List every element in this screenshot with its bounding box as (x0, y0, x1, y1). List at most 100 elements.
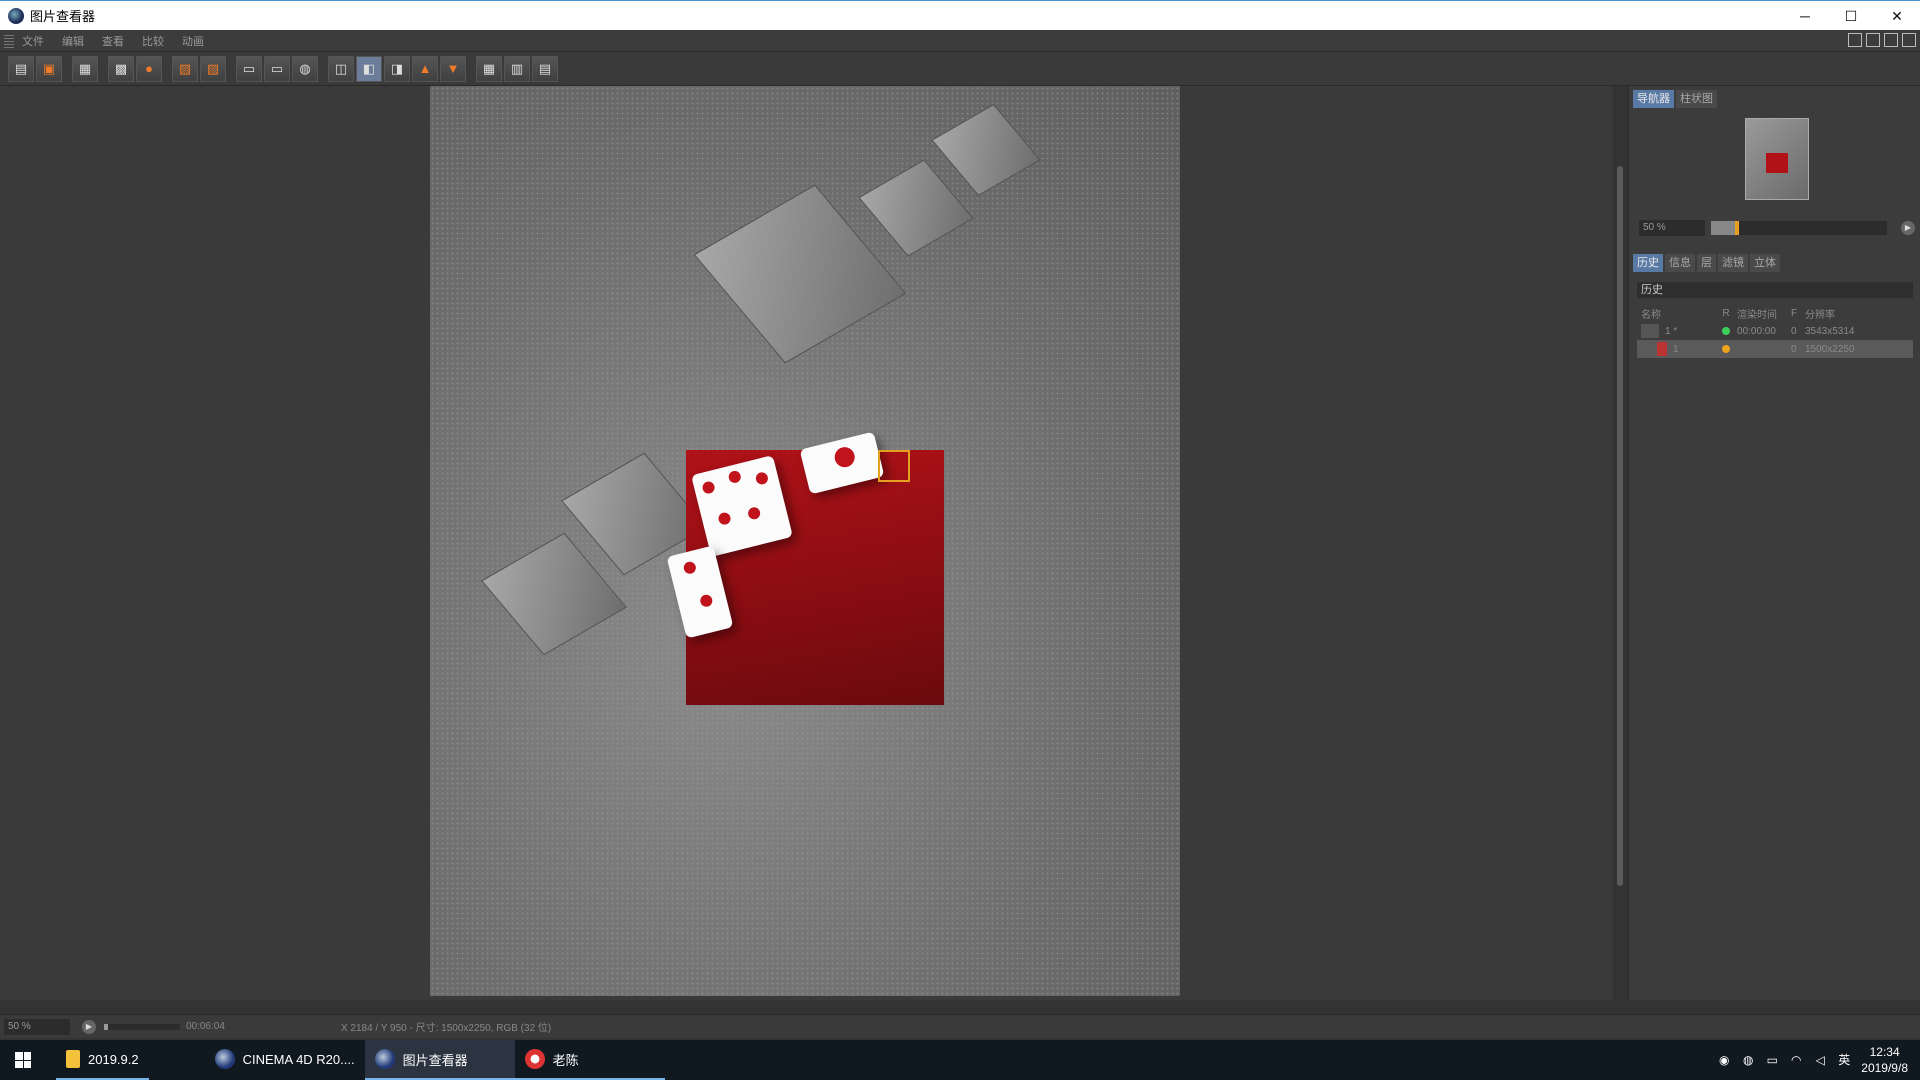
open-file-icon[interactable]: ▤ (8, 55, 34, 82)
info-tabs: 历史 信息 层 滤镜 立体 (1633, 254, 1780, 272)
view-channels-icon[interactable]: ◍ (292, 55, 318, 82)
set-a-icon[interactable]: ▲ (412, 55, 438, 82)
render-thumbnail (1641, 324, 1659, 338)
qq-icon[interactable]: ◉ (1717, 1053, 1731, 1067)
layout-icons (1848, 33, 1916, 47)
image-viewport[interactable] (0, 86, 1613, 1000)
move-icon[interactable] (1884, 33, 1898, 47)
navigator-tabs: 导航器 柱状图 (1633, 90, 1717, 108)
taskbar-folder[interactable]: 2019.9.2 (56, 1040, 149, 1080)
status-dot (1722, 327, 1730, 335)
taskbar-chat-label: 老陈 (552, 1052, 579, 1068)
view-image-icon[interactable]: ▭ (236, 55, 262, 82)
rendered-image[interactable] (430, 86, 1180, 996)
menu-file[interactable]: 文件 (22, 33, 44, 49)
new-window-icon[interactable] (1866, 33, 1880, 47)
taskbar-folder-label: 2019.9.2 (88, 1051, 139, 1067)
minimize-button[interactable]: ─ (1782, 1, 1828, 31)
avatar-icon (524, 1049, 545, 1069)
picture-viewer-icon (374, 1049, 395, 1069)
play-icon[interactable]: ▶ (82, 1019, 96, 1034)
navigator-zoom-row: 50 % ▶ (1639, 220, 1915, 236)
column-render-time[interactable]: 渲染时间 (1737, 306, 1791, 321)
row-name: 1 * (1665, 325, 1678, 337)
layout-panel-icon[interactable] (1848, 33, 1862, 47)
column-r[interactable]: R (1715, 308, 1737, 319)
split-view-icon[interactable]: ▥ (504, 55, 530, 82)
volume-icon[interactable]: ◁ (1813, 1053, 1827, 1067)
column-name[interactable]: 名称 (1637, 306, 1715, 321)
navigator-zoom-slider[interactable] (1711, 221, 1887, 235)
channel-view-icon[interactable]: ▤ (532, 55, 558, 82)
view-region-icon[interactable]: ▭ (264, 55, 290, 82)
menu-edit[interactable]: 编辑 (62, 33, 84, 49)
status-dot (1722, 345, 1730, 353)
close-button[interactable]: ✕ (1874, 1, 1920, 31)
row-f: 0 (1791, 343, 1797, 355)
taskbar-cinema4d[interactable]: CINEMA 4D R20.... (205, 1040, 365, 1080)
animation-progress[interactable] (104, 1023, 180, 1030)
column-resolution[interactable]: 分辨率 (1805, 306, 1875, 321)
system-tray: ◉ ◍ ▭ ◠ ◁ 英 12:34 2019/9/8 (1717, 1040, 1920, 1080)
set-b-icon[interactable]: ▼ (440, 55, 466, 82)
row-render-time: 00:00:00 (1737, 325, 1776, 337)
tab-info[interactable]: 信息 (1665, 254, 1695, 272)
cinema4d-icon (214, 1049, 235, 1069)
tab-histogram[interactable]: 柱状图 (1676, 90, 1717, 108)
taskbar-chat[interactable]: 老陈 (514, 1040, 665, 1080)
dock-icon[interactable] (1902, 33, 1916, 47)
taskbar-picture-viewer[interactable]: 图片查看器 (364, 1040, 515, 1080)
folder-icon (66, 1050, 80, 1068)
menu-grip-icon[interactable] (4, 33, 14, 48)
render-settings-icon[interactable]: ▩ (108, 55, 134, 82)
clock[interactable]: 12:34 2019/9/8 (1861, 1044, 1908, 1076)
tab-navigator[interactable]: 导航器 (1633, 90, 1674, 108)
taskbar-picture-viewer-label: 图片查看器 (402, 1052, 468, 1068)
status-zoom-field[interactable]: 50 % (4, 1018, 70, 1035)
title-bar: 图片查看器 ─ ☐ ✕ (0, 0, 1920, 30)
tab-history[interactable]: 历史 (1633, 254, 1663, 272)
row-f: 0 (1791, 325, 1797, 337)
security-icon[interactable]: ◍ (1741, 1053, 1755, 1067)
status-bar: 50 % ▶ 00:06:04 X 2184 / Y 950 - 尺寸: 150… (0, 1014, 1920, 1038)
window-controls: ─ ☐ ✕ (1782, 1, 1920, 31)
white-die (691, 455, 793, 557)
play-icon[interactable]: ▶ (1901, 221, 1915, 235)
tab-stereo[interactable]: 立体 (1750, 254, 1780, 272)
layer-list-icon[interactable]: ▨ (200, 55, 226, 82)
table-row[interactable]: 1 * 00:00:00 0 3543x5314 (1637, 322, 1913, 340)
save-icon[interactable]: ▣ (36, 55, 62, 82)
windows-start-icon[interactable] (0, 1040, 46, 1080)
row-resolution: 1500x2250 (1805, 343, 1855, 355)
wifi-icon[interactable]: ◠ (1789, 1053, 1803, 1067)
ime-indicator[interactable]: 英 (1837, 1053, 1851, 1067)
compare-ab-icon[interactable]: ◫ (328, 55, 354, 82)
taskbar: 2019.9.2 CINEMA 4D R20.... 图片查看器 老陈 ◉ ◍ … (0, 1040, 1920, 1080)
navigator-thumbnail[interactable] (1745, 118, 1809, 200)
column-f[interactable]: F (1791, 308, 1805, 319)
menu-animation[interactable]: 动画 (182, 33, 204, 49)
tab-layers[interactable]: 层 (1697, 254, 1716, 272)
menu-view[interactable]: 查看 (102, 33, 124, 49)
render-person-icon[interactable]: ● (136, 55, 162, 82)
clapper-icon[interactable]: ▦ (72, 55, 98, 82)
right-panel: 导航器 柱状图 50 % ▶ 历史 信息 层 滤镜 立体 历史 名称 R 渲染时… (1628, 86, 1920, 1000)
grid-view-icon[interactable]: ▦ (476, 55, 502, 82)
selection-marker[interactable] (878, 450, 910, 482)
vertical-scrollbar[interactable] (1615, 86, 1625, 1000)
tab-filter[interactable]: 滤镜 (1718, 254, 1748, 272)
battery-icon[interactable]: ▭ (1765, 1053, 1779, 1067)
clock-time: 12:34 (1869, 1045, 1900, 1059)
layer-stack-icon[interactable]: ▧ (172, 55, 198, 82)
window-title: 图片查看器 (30, 9, 96, 24)
pixel-info: X 2184 / Y 950 - 尺寸: 1500x2250, RGB (32 … (340, 1023, 552, 1034)
navigator-zoom-field[interactable]: 50 % (1639, 220, 1705, 236)
maximize-button[interactable]: ☐ (1828, 1, 1874, 31)
table-row[interactable]: 1 0 1500x2250 (1637, 340, 1913, 358)
menu-compare[interactable]: 比较 (142, 33, 164, 49)
compare-split-icon[interactable]: ◧ (356, 55, 382, 82)
render-thumbnail (1657, 342, 1667, 356)
menu-bar: 文件 编辑 查看 比较 动画 (0, 30, 1920, 52)
render-region[interactable] (666, 431, 944, 705)
compare-ab-text-icon[interactable]: ◨ (384, 55, 410, 82)
